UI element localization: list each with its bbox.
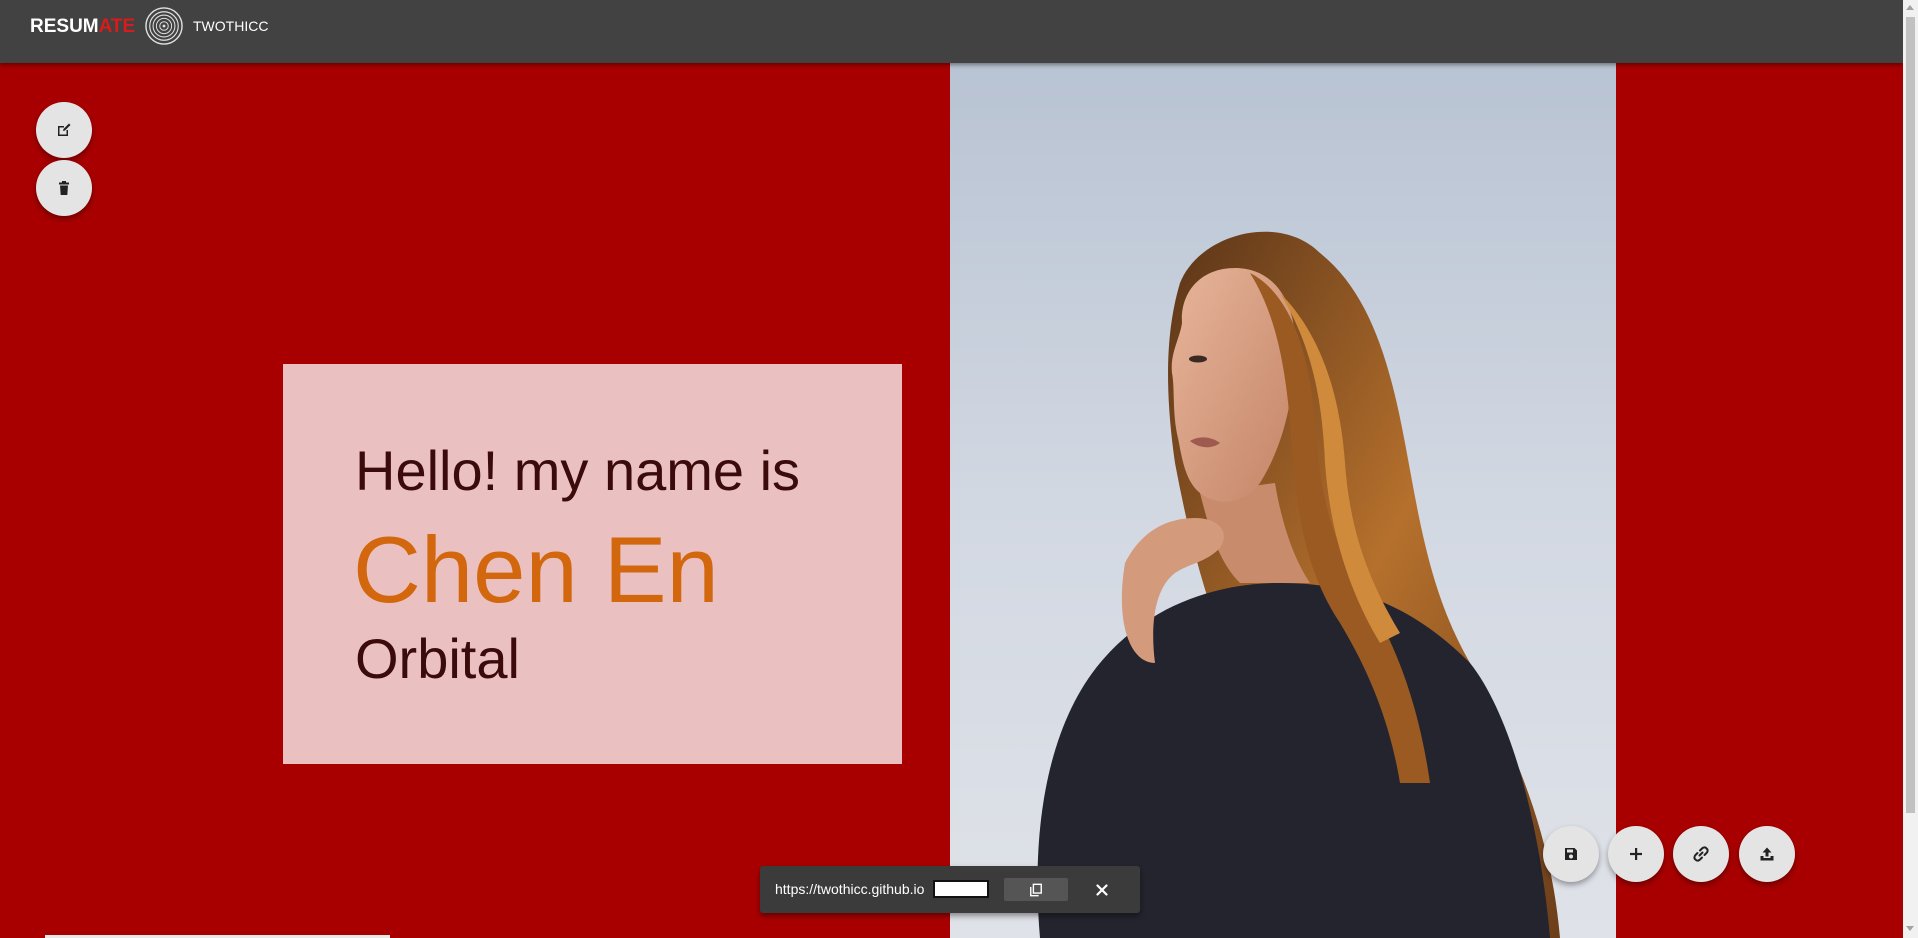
greeting-text: Hello! my name is (355, 439, 801, 502)
link-icon (1693, 846, 1709, 862)
edit-icon (58, 123, 71, 136)
share-link-bar: https://twothicc.github.io (760, 866, 1140, 913)
edit-button[interactable] (36, 102, 92, 158)
upload-icon (1760, 847, 1774, 861)
trash-icon (59, 181, 69, 195)
scroll-down-arrow-icon[interactable] (1906, 926, 1914, 931)
brand-main: RESUM (30, 16, 99, 37)
redacted-url-segment (933, 880, 989, 898)
top-navbar: RESUMATE TWOTHICC (0, 0, 1903, 63)
brand-accent: ATE (98, 16, 136, 37)
delete-button[interactable] (36, 160, 92, 216)
share-url[interactable]: https://twothicc.github.io (775, 881, 924, 897)
scroll-thumb[interactable] (1906, 17, 1915, 813)
save-button[interactable] (1543, 826, 1599, 882)
portrait-image (950, 63, 1616, 938)
person-name: Chen En (353, 517, 719, 622)
copy-icon (1030, 883, 1042, 896)
add-button[interactable] (1608, 826, 1664, 882)
subtitle-text: Orbital (355, 627, 520, 690)
brand-logo-text[interactable]: RESUMATE (30, 16, 135, 38)
profile-photo (950, 63, 1616, 938)
link-button[interactable] (1673, 826, 1729, 882)
intro-card: Hello! my name is Chen En Orbital (283, 364, 902, 764)
scroll-up-arrow-icon[interactable] (1906, 5, 1914, 10)
copy-link-button[interactable] (1004, 878, 1068, 901)
plus-icon (1630, 848, 1642, 860)
close-icon (1096, 883, 1108, 896)
close-share-button[interactable] (1090, 878, 1114, 901)
upload-button[interactable] (1739, 826, 1795, 882)
team-name: TWOTHICC (193, 18, 269, 34)
vertical-scrollbar[interactable] (1903, 0, 1918, 938)
save-icon (1565, 848, 1577, 860)
concentric-circles-logo-icon (145, 7, 183, 45)
